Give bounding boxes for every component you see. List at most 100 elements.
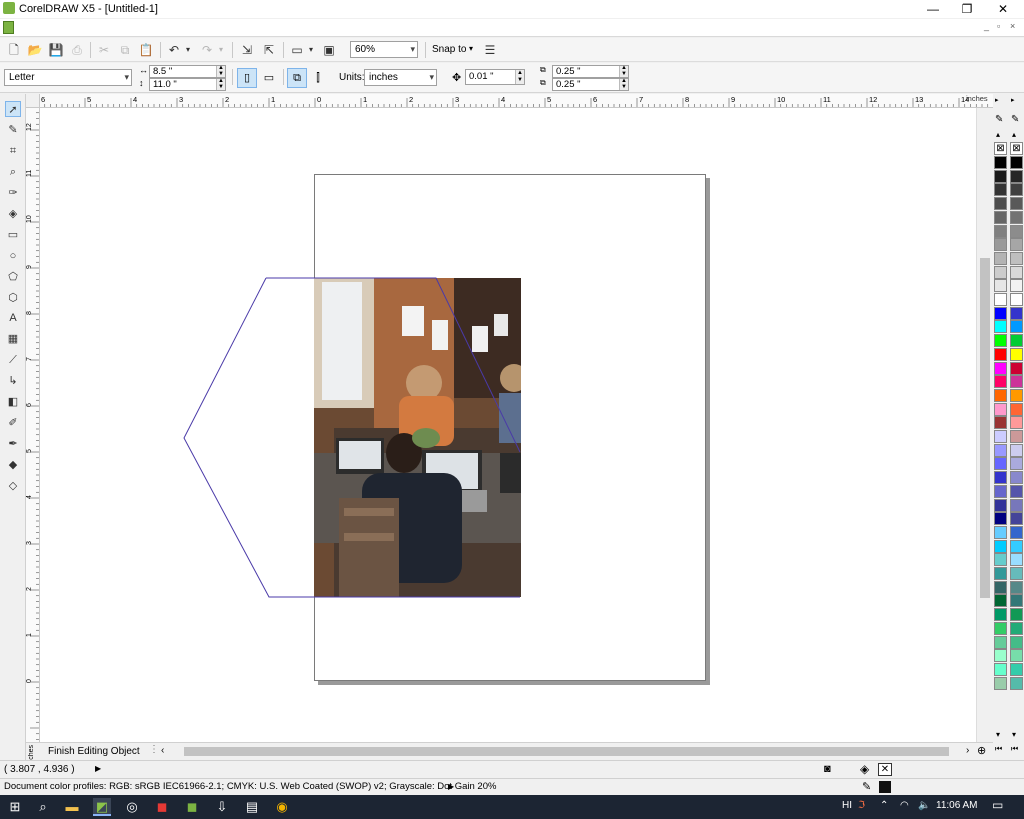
color-swatch[interactable] [994,676,1007,690]
connect-icon[interactable]: ◎ [123,798,141,816]
shape-tool-icon[interactable]: ✎ [5,122,21,138]
color-swatch[interactable] [994,635,1007,649]
download-icon[interactable]: ⇩ [213,798,231,816]
fill-none-swatch[interactable]: ✕ [878,763,892,776]
outline-pen-tool-icon[interactable]: ✒ [5,436,21,452]
color-swatch[interactable] [1010,293,1023,306]
horizontal-ruler[interactable]: 6 5 4 3 2 1 0 1 2 3 4 5 6 7 8 9 10 11 12 13 14 inches [40,94,993,108]
coreldraw-taskbar-icon[interactable]: ◩ [93,798,111,816]
profiles-arrow-icon[interactable]: ▶ [448,782,454,791]
interactive-fill-tool-icon[interactable]: ◇ [5,478,21,494]
color-swatch[interactable] [1010,183,1023,197]
palette2-scroll-up-icon[interactable]: ▸ [1011,96,1015,104]
pentagon-shape[interactable] [40,108,976,742]
color-swatch[interactable] [1010,430,1023,443]
color-swatch[interactable] [1010,484,1023,498]
restore-button[interactable]: ❐ [952,0,982,18]
doc-minimize-button[interactable]: _ [984,21,989,31]
palette-expand-icon[interactable]: ⏮ [995,744,1002,754]
color-swatch[interactable] [1010,553,1023,567]
color-swatch[interactable] [994,238,1007,252]
palette2-expand-icon[interactable]: ⏮ [1011,744,1018,754]
vertical-scrollbar[interactable] [976,108,993,742]
portrait-button[interactable]: ▯ [237,68,257,88]
color-swatch[interactable] [1010,361,1023,375]
duplicate-y-field[interactable]: 0.25 " ▲ ▼ [552,78,629,91]
color-swatch[interactable] [994,416,1007,430]
no-fill-swatch[interactable]: ⊠ [994,142,1007,155]
color-swatch[interactable] [1010,539,1023,553]
palette-up-arrow-icon[interactable]: ▴ [996,130,1000,139]
color-swatch[interactable] [994,649,1007,663]
palette-scroll-up-icon[interactable]: ▸ [995,96,999,104]
color-swatch[interactable] [994,402,1007,416]
color-swatch[interactable] [1010,306,1023,320]
undo-icon[interactable]: ↶ [166,42,182,58]
media-icon[interactable]: ▤ [243,798,261,816]
color-swatch[interactable] [1010,525,1023,539]
color-swatch[interactable] [1010,238,1023,252]
color-swatch[interactable] [994,580,1007,594]
drawing-canvas[interactable] [40,108,976,742]
document-icon[interactable] [3,21,14,34]
current-page-button[interactable]: ⫿ [308,68,328,88]
palette2-down-arrow-icon[interactable]: ▾ [1012,730,1016,739]
export-icon[interactable]: ⇱ [261,42,277,58]
color-swatch[interactable] [994,553,1007,567]
color-swatch[interactable] [994,306,1007,320]
color-swatch[interactable] [994,183,1007,197]
fill-indicator-icon[interactable]: ◈ [860,762,869,776]
status-expand-icon[interactable]: ▶ [95,764,101,773]
paper-type-select[interactable]: Letter ▾ [4,69,132,86]
color-swatch[interactable] [1010,224,1023,238]
color-swatch[interactable] [1010,676,1023,690]
application-launcher-icon[interactable]: ▭ [289,42,305,58]
color-swatch[interactable] [1010,210,1023,224]
zoom-level-select[interactable]: 60% ▾ [350,41,418,58]
color-swatch[interactable] [1010,156,1023,169]
doc-close-button[interactable]: × [1010,21,1015,31]
ellipse-tool-icon[interactable]: ○ [5,248,21,264]
color-swatch[interactable] [1010,471,1023,485]
color-swatch[interactable] [994,210,1007,224]
options-icon[interactable]: ☰ [482,42,498,58]
color-swatch[interactable] [994,251,1007,265]
color-swatch[interactable] [1010,457,1023,471]
color-swatch[interactable] [994,361,1007,375]
vertical-scroll-thumb[interactable] [980,258,990,598]
eyedropper-tool-icon[interactable]: ✐ [5,415,21,431]
color-swatch[interactable] [994,197,1007,211]
color-swatch[interactable] [994,388,1007,402]
search-icon[interactable]: ⌕ [34,798,52,816]
color-swatch[interactable] [994,279,1007,293]
print-icon[interactable]: ⎙ [69,42,85,58]
color-swatch[interactable] [994,498,1007,512]
undo-dropdown-icon[interactable]: ▾ [184,42,192,58]
color-swatch[interactable] [1010,498,1023,512]
color-swatch[interactable] [1010,169,1023,183]
color-swatch[interactable] [1010,251,1023,265]
freehand-tool-icon[interactable]: ✑ [5,185,21,201]
color-swatch[interactable] [994,594,1007,608]
connector-tool-icon[interactable]: ↳ [5,373,21,389]
page-tab[interactable]: Finish Editing Object [48,746,140,757]
color-swatch[interactable] [994,539,1007,553]
color-swatch[interactable] [1010,512,1023,526]
color-swatch[interactable] [1010,265,1023,279]
vertical-ruler[interactable]: 12 11 10 9 8 7 6 5 4 3 2 1 0 [26,108,40,742]
outline-indicator-icon[interactable]: ✎ [862,780,871,793]
width-spinner[interactable]: ▲ ▼ [216,65,225,77]
welcome-screen-icon[interactable]: ▣ [321,42,337,58]
palette-down-arrow-icon[interactable]: ▾ [996,730,1000,739]
color-swatch[interactable] [994,471,1007,485]
color-swatch[interactable] [1010,320,1023,334]
paste-icon[interactable]: 📋 [138,42,154,58]
color-swatch[interactable] [994,156,1007,169]
redo-dropdown-icon[interactable]: ▾ [217,42,225,58]
smart-fill-tool-icon[interactable]: ◈ [5,206,21,222]
color-swatch[interactable] [994,567,1007,580]
polygon-tool-icon[interactable]: ⬠ [5,269,21,285]
color-swatch[interactable] [1010,375,1023,389]
document-color-profiles[interactable]: Document color profiles: RGB: sRGB IEC61… [4,781,496,792]
clock[interactable]: 11:06 AM [936,800,978,811]
